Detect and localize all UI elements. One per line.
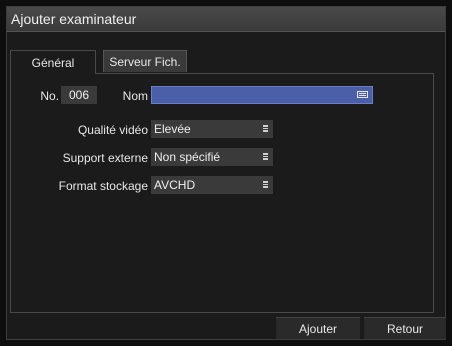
number-label: No.: [40, 89, 59, 103]
storage-format-label: Format stockage: [58, 179, 148, 193]
name-label: Nom: [122, 89, 148, 103]
number-value: 006: [61, 86, 97, 104]
video-quality-label: Qualité vidéo: [77, 123, 148, 137]
tab-file-server[interactable]: Serveur Fich.: [103, 50, 187, 72]
external-media-label: Support externe: [62, 151, 148, 165]
external-media-value: Non spécifié: [154, 150, 221, 164]
name-input[interactable]: [151, 86, 373, 104]
menu-icon: [263, 153, 268, 160]
dialog-title: Ajouter examinateur: [11, 11, 137, 27]
menu-icon: [263, 181, 268, 188]
storage-format-value: AVCHD: [154, 178, 196, 192]
storage-format-select[interactable]: AVCHD: [151, 176, 273, 194]
back-button[interactable]: Retour: [364, 317, 446, 339]
add-button[interactable]: Ajouter: [276, 317, 360, 339]
tab-general[interactable]: Général: [10, 50, 96, 74]
title-bar: Ajouter examinateur: [7, 7, 445, 32]
video-quality-select[interactable]: Elevée: [151, 120, 273, 138]
keyboard-icon[interactable]: [357, 91, 368, 98]
video-quality-value: Elevée: [154, 122, 191, 136]
external-media-select[interactable]: Non spécifié: [151, 148, 273, 166]
menu-icon: [263, 125, 268, 132]
